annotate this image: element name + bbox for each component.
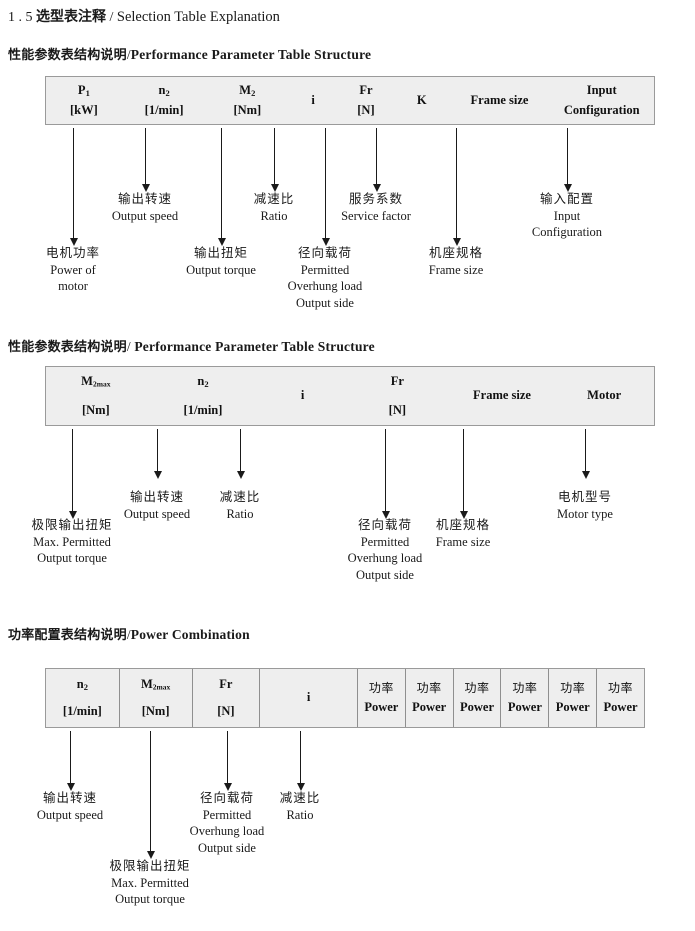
label-output-torque: 输出扭矩 Output torque <box>186 245 256 277</box>
column-header-k: K <box>416 92 427 107</box>
column-header-n2: n2 [1/min] <box>183 373 223 417</box>
section-heading-en: Performance Parameter Table Structure <box>134 339 375 354</box>
section-heading-en: Performance Parameter Table Structure <box>130 47 372 62</box>
power-combination-table: n2 [1/min] M2max [Nm] Fr [N] i 功率 Power … <box>45 668 645 728</box>
column-header-frame-size: Frame size <box>473 388 531 403</box>
column-header-power-6: 功率 Power <box>596 669 644 727</box>
label-ratio: 减速比 Ratio <box>253 191 295 223</box>
section-heading-power-combination: 功率配置表结构说明/Power Combination <box>8 624 250 643</box>
page-title-cn: 选型表注释 <box>36 9 106 25</box>
label-ratio: 减速比 Ratio <box>219 489 261 521</box>
column-header-input-configuration: Input Configuration <box>563 83 640 117</box>
column-header-power-5: 功率 Power <box>548 669 596 727</box>
page-title: 1 . 5 选型表注释 / Selection Table Explanatio… <box>8 6 280 26</box>
performance-parameter-table-2: M2max [Nm] n2 [1/min] i Fr [N] Frame siz… <box>45 366 655 426</box>
column-header-m2max: M2max [Nm] <box>118 669 192 727</box>
label-input-configuration: 输入配置 Input Configuration <box>531 191 603 239</box>
label-ratio: 减速比 Ratio <box>279 790 321 822</box>
column-header-i: i <box>259 669 357 727</box>
label-max-permitted-output-torque: 极限输出扭矩 Max. Permitted Output torque <box>31 517 113 565</box>
label-overhung-load: 径向载荷 Permitted Overhung load Output side <box>287 245 363 310</box>
section-heading-cn: 性能参数表结构说明 <box>8 340 127 355</box>
section-heading-performance-1: 性能参数表结构说明/Performance Parameter Table St… <box>8 44 371 63</box>
column-header-i: i <box>300 388 305 403</box>
column-header-power-2: 功率 Power <box>404 669 453 727</box>
section-heading-separator: / <box>126 339 131 354</box>
column-header-fr: Fr [N] <box>388 373 407 417</box>
column-header-power-1: 功率 Power <box>356 669 405 727</box>
section-heading-cn: 性能参数表结构说明 <box>8 48 127 63</box>
label-output-speed: 输出转速 Output speed <box>111 191 179 223</box>
performance-parameter-table-1: P1 [kW] n2 [1/min] M2 [Nm] i Fr [N] K Fr… <box>45 76 655 125</box>
column-header-n2: n2 [1/min] <box>62 677 102 718</box>
label-output-speed: 输出转速 Output speed <box>36 790 104 822</box>
page-title-en: Selection Table Explanation <box>116 9 280 25</box>
document-page: 1 . 5 选型表注释 / Selection Table Explanatio… <box>0 0 695 931</box>
section-heading-performance-2: 性能参数表结构说明/ Performance Parameter Table S… <box>8 336 375 355</box>
column-header-p1: P1 [kW] <box>69 83 98 117</box>
label-service-factor: 服务系数 Service factor <box>341 191 411 223</box>
column-header-motor: Motor <box>587 388 622 403</box>
label-motor-type: 电机型号 Motor type <box>557 489 613 521</box>
column-header-power-4: 功率 Power <box>500 669 548 727</box>
column-header-fr: Fr [N] <box>191 669 260 727</box>
column-header-i: i <box>311 92 315 107</box>
column-header-power-3: 功率 Power <box>452 669 501 727</box>
column-header-fr: Fr [N] <box>357 83 375 117</box>
section-number: 1 . 5 <box>8 10 33 25</box>
label-max-permitted-output-torque: 极限输出扭矩 Max. Permitted Output torque <box>109 858 191 906</box>
section-heading-en: Power Combination <box>130 627 250 642</box>
column-header-n2: n2 [1/min] <box>144 83 184 117</box>
column-header-frame-size: Frame size <box>470 92 529 107</box>
section-heading-cn: 功率配置表结构说明 <box>8 628 127 643</box>
column-header-m2max: M2max [Nm] <box>81 373 111 417</box>
label-frame-size: 机座规格 Frame size <box>428 245 484 277</box>
label-power-of-motor: 电机功率 Power of motor <box>45 245 100 293</box>
column-header-m2: M2 [Nm] <box>233 83 262 117</box>
page-title-separator: / <box>109 10 114 25</box>
label-frame-size: 机座规格 Frame size <box>435 517 491 549</box>
